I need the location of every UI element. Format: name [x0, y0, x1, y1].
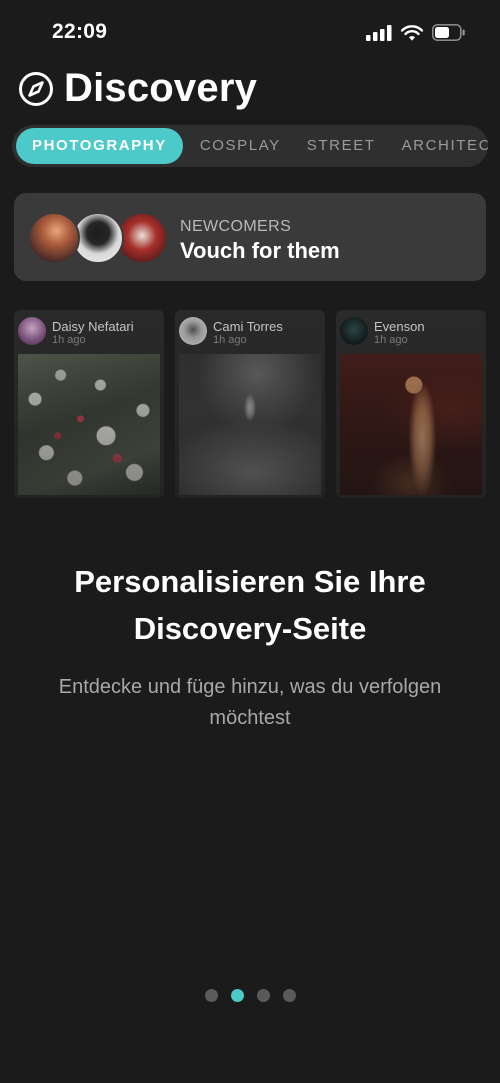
tab-architecture[interactable]: ARCHITEC — [389, 128, 488, 164]
onboarding-subline: Entdecke und füge hinzu, was du verfolge… — [58, 676, 442, 729]
page-header: Discovery — [18, 66, 257, 111]
photo-card[interactable]: Cami Torres 1h ago — [175, 310, 325, 498]
compass-icon — [19, 71, 53, 106]
page-dot[interactable] — [256, 989, 270, 1002]
status-time: 22:09 — [52, 20, 108, 43]
wifi-icon — [401, 24, 423, 41]
battery-icon — [432, 24, 465, 41]
avatar — [18, 317, 46, 345]
card-timestamp: 1h ago — [52, 334, 86, 346]
avatar — [340, 317, 368, 345]
category-tabs[interactable]: PHOTOGRAPHY COSPLAY STREET ARCHITEC — [12, 125, 488, 167]
newcomers-card[interactable]: NEWCOMERS Vouch for them — [14, 193, 486, 281]
photo-mound — [179, 354, 321, 495]
page-dot[interactable] — [282, 989, 296, 1002]
card-author-name: Daisy Nefatari — [52, 319, 134, 334]
page-dot[interactable] — [204, 989, 218, 1002]
newcomers-label: NEWCOMERS — [180, 218, 292, 235]
page-dot-active[interactable] — [230, 989, 244, 1002]
card-timestamp: 1h ago — [213, 334, 247, 346]
newcomer-avatars — [28, 212, 178, 264]
avatar — [179, 317, 207, 345]
photo-card[interactable]: Evenson 1h ago — [336, 310, 486, 498]
avatar — [28, 212, 80, 264]
photo-card[interactable]: Daisy Nefatari 1h ago — [14, 310, 164, 498]
photo-concert — [340, 354, 482, 495]
tab-cosplay[interactable]: COSPLAY — [187, 128, 294, 164]
tab-street[interactable]: STREET — [294, 128, 389, 164]
newcomers-title: Vouch for them — [180, 238, 340, 263]
card-author-name: Evenson — [374, 319, 425, 334]
onboarding-headline: Personalisieren Sie Ihre Discovery-Seite — [74, 564, 426, 646]
tab-photography[interactable]: PHOTOGRAPHY — [16, 128, 183, 164]
page-indicator[interactable] — [0, 989, 500, 1002]
photo-flowers — [18, 354, 160, 495]
card-author-name: Cami Torres — [213, 319, 283, 334]
page-title: Discovery — [64, 66, 258, 110]
status-bar: 22:09 — [0, 0, 500, 66]
card-timestamp: 1h ago — [374, 334, 408, 346]
status-icons — [366, 24, 466, 41]
cellular-signal-icon — [366, 24, 392, 41]
